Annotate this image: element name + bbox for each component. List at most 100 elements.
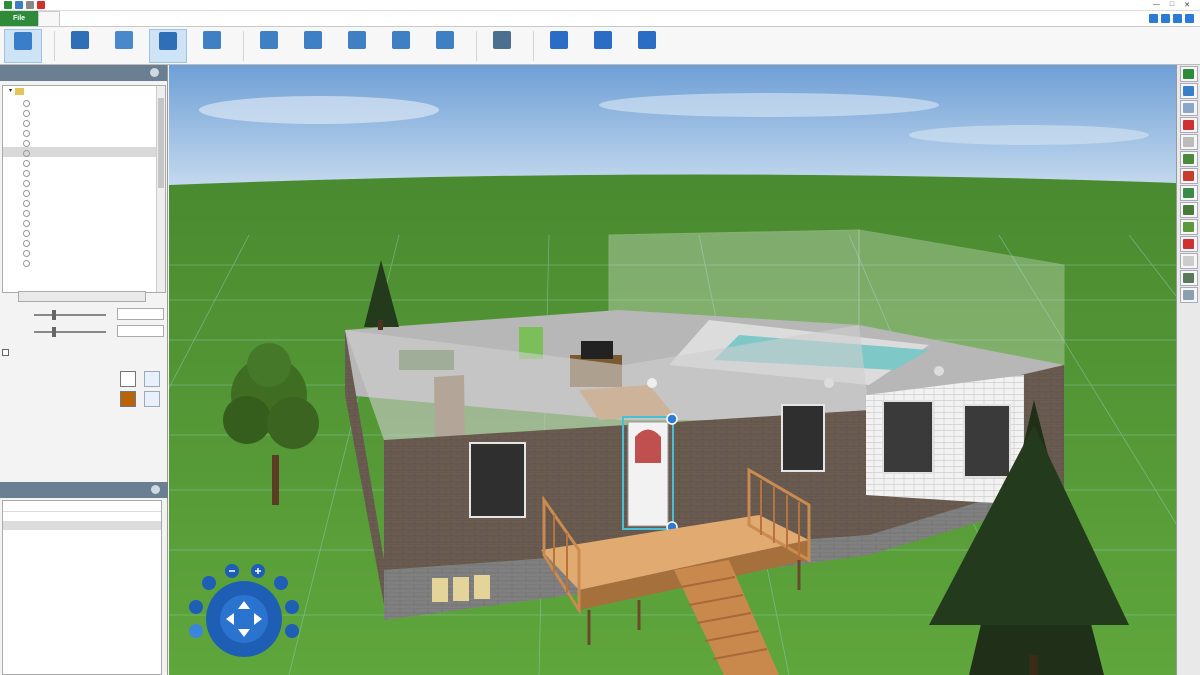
paint-button[interactable] (483, 29, 521, 63)
3d-scene[interactable] (169, 65, 1176, 675)
share-icon[interactable] (1173, 14, 1182, 23)
delete-button[interactable] (1179, 117, 1198, 133)
tree-root[interactable]: ▾ (3, 86, 165, 97)
add-content-button[interactable] (540, 29, 578, 63)
width-input[interactable] (117, 308, 164, 320)
tree-item[interactable] (3, 157, 165, 167)
table-row[interactable] (3, 521, 161, 530)
tree-item[interactable] (3, 247, 165, 257)
no-entry-button[interactable] (1179, 236, 1198, 252)
floor-button[interactable] (193, 29, 231, 63)
table-cell[interactable] (3, 539, 65, 548)
eyedropper-icon[interactable] (144, 371, 160, 387)
table-cell[interactable] (3, 557, 65, 566)
tree-item[interactable] (3, 127, 165, 137)
menu-tab[interactable] (140, 11, 160, 26)
view-2d-button[interactable] (1179, 66, 1198, 82)
menu-tab[interactable] (80, 11, 100, 26)
table-cell[interactable] (3, 521, 65, 530)
eyedropper-icon[interactable] (144, 391, 160, 407)
door-handle-top[interactable] (666, 413, 678, 425)
home-view-icon[interactable] (274, 576, 288, 590)
undo-icon[interactable] (26, 1, 34, 9)
tree-item[interactable] (3, 137, 165, 147)
roof-button[interactable] (294, 29, 332, 63)
menu-tab[interactable] (120, 11, 140, 26)
tree-item[interactable] (3, 207, 165, 217)
minimize-button[interactable]: — (1153, 1, 1160, 9)
door-button[interactable] (149, 28, 187, 63)
cloud-button[interactable] (1179, 100, 1198, 116)
help-icon[interactable] (1149, 14, 1158, 23)
tree-item[interactable] (3, 167, 165, 177)
tree-item[interactable] (3, 177, 165, 187)
close-doc-icon[interactable] (37, 1, 45, 9)
tree-item[interactable] (3, 257, 165, 267)
column-header[interactable] (115, 501, 161, 511)
upgrade-button[interactable] (628, 29, 666, 63)
tree-item[interactable] (3, 217, 165, 227)
tilt-up-icon[interactable] (202, 576, 216, 590)
collapse-icon[interactable]: ▾ (9, 86, 12, 97)
tree-item[interactable] (3, 107, 165, 117)
railing-button[interactable] (382, 29, 420, 63)
terrain-button[interactable] (1179, 151, 1198, 167)
file-menu-button[interactable]: File (0, 11, 38, 26)
window-button[interactable] (105, 29, 143, 63)
rotate-left-icon[interactable] (189, 600, 203, 614)
pin-icon[interactable] (151, 485, 160, 494)
table-row[interactable] (3, 512, 161, 521)
camera-button[interactable] (1179, 270, 1198, 286)
menu-tab[interactable] (38, 11, 60, 26)
material2-swatch[interactable] (120, 391, 136, 407)
column-header[interactable] (3, 501, 65, 511)
grass-button[interactable] (1179, 219, 1198, 235)
table-cell[interactable] (3, 512, 65, 521)
tree-item[interactable] (3, 147, 165, 157)
rotate-right-icon[interactable] (285, 600, 299, 614)
copy-button[interactable] (1179, 134, 1198, 150)
wall-button[interactable] (61, 29, 99, 63)
tree-scrollbar[interactable] (156, 86, 165, 292)
menu-tab[interactable] (60, 11, 80, 26)
maximize-button[interactable]: □ (1170, 1, 1174, 9)
tree-item[interactable] (3, 237, 165, 247)
tree-item[interactable] (3, 117, 165, 127)
stairs-button[interactable] (338, 29, 376, 63)
tree-item[interactable] (3, 197, 165, 207)
close-window-button[interactable]: ✕ (1184, 1, 1190, 9)
ceiling-button[interactable] (250, 29, 288, 63)
select-button[interactable] (4, 28, 42, 63)
fly-mode-icon[interactable] (285, 624, 299, 638)
save-icon[interactable] (15, 1, 23, 9)
menu-tab[interactable] (100, 11, 120, 26)
table-row[interactable] (3, 539, 161, 548)
dimension-button[interactable] (1179, 287, 1198, 303)
tree-item[interactable] (3, 187, 165, 197)
view-3d-button[interactable] (1179, 83, 1198, 99)
column-header[interactable] (65, 501, 115, 511)
width-slider[interactable] (34, 314, 106, 316)
scroll-thumb[interactable] (158, 98, 164, 188)
deck-button[interactable] (426, 29, 464, 63)
pin-icon[interactable] (150, 68, 159, 77)
height-input[interactable] (117, 325, 164, 337)
table-row[interactable] (3, 530, 161, 539)
update-button[interactable] (584, 29, 622, 63)
3d-viewport[interactable] (169, 65, 1176, 675)
info-icon[interactable] (1161, 14, 1170, 23)
landscape-button[interactable] (1179, 185, 1198, 201)
document-button[interactable] (1179, 253, 1198, 269)
height-slider[interactable] (34, 331, 106, 333)
option-checkbox[interactable] (2, 348, 9, 356)
plant-button[interactable] (1179, 168, 1198, 184)
social-icon[interactable] (1185, 14, 1194, 23)
width-slider-handle[interactable] (52, 310, 56, 320)
height-slider-handle[interactable] (52, 327, 56, 337)
navigation-control[interactable] (186, 563, 302, 671)
walk-mode-icon[interactable] (189, 624, 203, 638)
table-row[interactable] (3, 548, 161, 557)
table-cell[interactable] (3, 548, 65, 557)
tree-item[interactable] (3, 227, 165, 237)
material1-swatch[interactable] (120, 371, 136, 387)
